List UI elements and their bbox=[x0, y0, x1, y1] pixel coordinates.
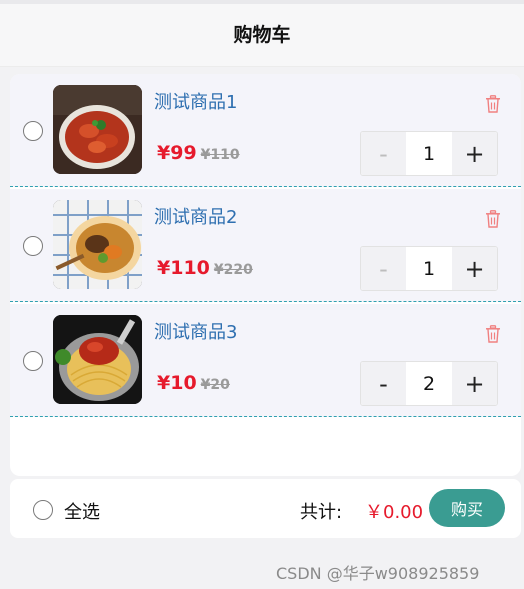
increase-button[interactable]: + bbox=[452, 362, 497, 405]
watermark: CSDN @华子w908925859 bbox=[276, 564, 480, 583]
decrease-button[interactable]: - bbox=[361, 247, 406, 290]
price-group: ¥110 ¥220 bbox=[157, 257, 253, 279]
product-image-crawfish bbox=[53, 85, 142, 174]
quantity-value[interactable]: 1 bbox=[406, 132, 452, 175]
delete-icon[interactable] bbox=[485, 95, 501, 113]
product-original-price: ¥110 bbox=[200, 147, 240, 163]
select-all-label[interactable]: 全选 bbox=[64, 498, 100, 524]
increase-button[interactable]: + bbox=[452, 247, 497, 290]
buy-button[interactable]: 购买 bbox=[429, 489, 505, 527]
product-name[interactable]: 测试商品2 bbox=[154, 203, 237, 229]
cart-item: 测试商品2 ¥110 ¥220 - 1 + bbox=[10, 189, 521, 302]
price-group: ¥10 ¥20 bbox=[157, 372, 230, 394]
select-all-radio[interactable] bbox=[33, 500, 53, 520]
product-price: ¥110 bbox=[157, 257, 210, 279]
decrease-button[interactable]: - bbox=[361, 362, 406, 405]
checkout-bar: 全选 共计: ￥0.00 购买 bbox=[10, 479, 521, 538]
total-value: ￥0.00 bbox=[365, 502, 424, 523]
quantity-stepper: - 1 + bbox=[360, 131, 498, 176]
product-original-price: ¥220 bbox=[213, 262, 253, 278]
product-name[interactable]: 测试商品1 bbox=[154, 88, 237, 114]
delete-icon[interactable] bbox=[485, 210, 501, 228]
price-group: ¥99 ¥110 bbox=[157, 142, 240, 164]
cart-page: 购物车 测试商品1 ¥99 ¥110 - 1 + 测试商品2 ¥110 ¥220… bbox=[0, 0, 524, 589]
nav-header: 购物车 bbox=[0, 0, 524, 67]
increase-button[interactable]: + bbox=[452, 132, 497, 175]
page-title: 购物车 bbox=[233, 23, 291, 46]
item-select-radio[interactable] bbox=[23, 236, 43, 256]
product-name[interactable]: 测试商品3 bbox=[154, 318, 237, 344]
product-original-price: ¥20 bbox=[200, 377, 230, 393]
quantity-value[interactable]: 2 bbox=[406, 362, 452, 405]
total-label: 共计: bbox=[300, 502, 343, 523]
delete-icon[interactable] bbox=[485, 325, 501, 343]
product-image-spaghetti bbox=[53, 315, 142, 404]
cart-list: 测试商品1 ¥99 ¥110 - 1 + 测试商品2 ¥110 ¥220 - 1… bbox=[10, 74, 521, 476]
quantity-value[interactable]: 1 bbox=[406, 247, 452, 290]
quantity-stepper: - 1 + bbox=[360, 246, 498, 291]
cart-item: 测试商品1 ¥99 ¥110 - 1 + bbox=[10, 74, 521, 187]
product-price: ¥99 bbox=[157, 142, 197, 164]
product-image-stew bbox=[53, 200, 142, 289]
decrease-button[interactable]: - bbox=[361, 132, 406, 175]
item-select-radio[interactable] bbox=[23, 121, 43, 141]
cart-item: 测试商品3 ¥10 ¥20 - 2 + bbox=[10, 304, 521, 417]
quantity-stepper: - 2 + bbox=[360, 361, 498, 406]
item-select-radio[interactable] bbox=[23, 351, 43, 371]
product-price: ¥10 bbox=[157, 372, 197, 394]
